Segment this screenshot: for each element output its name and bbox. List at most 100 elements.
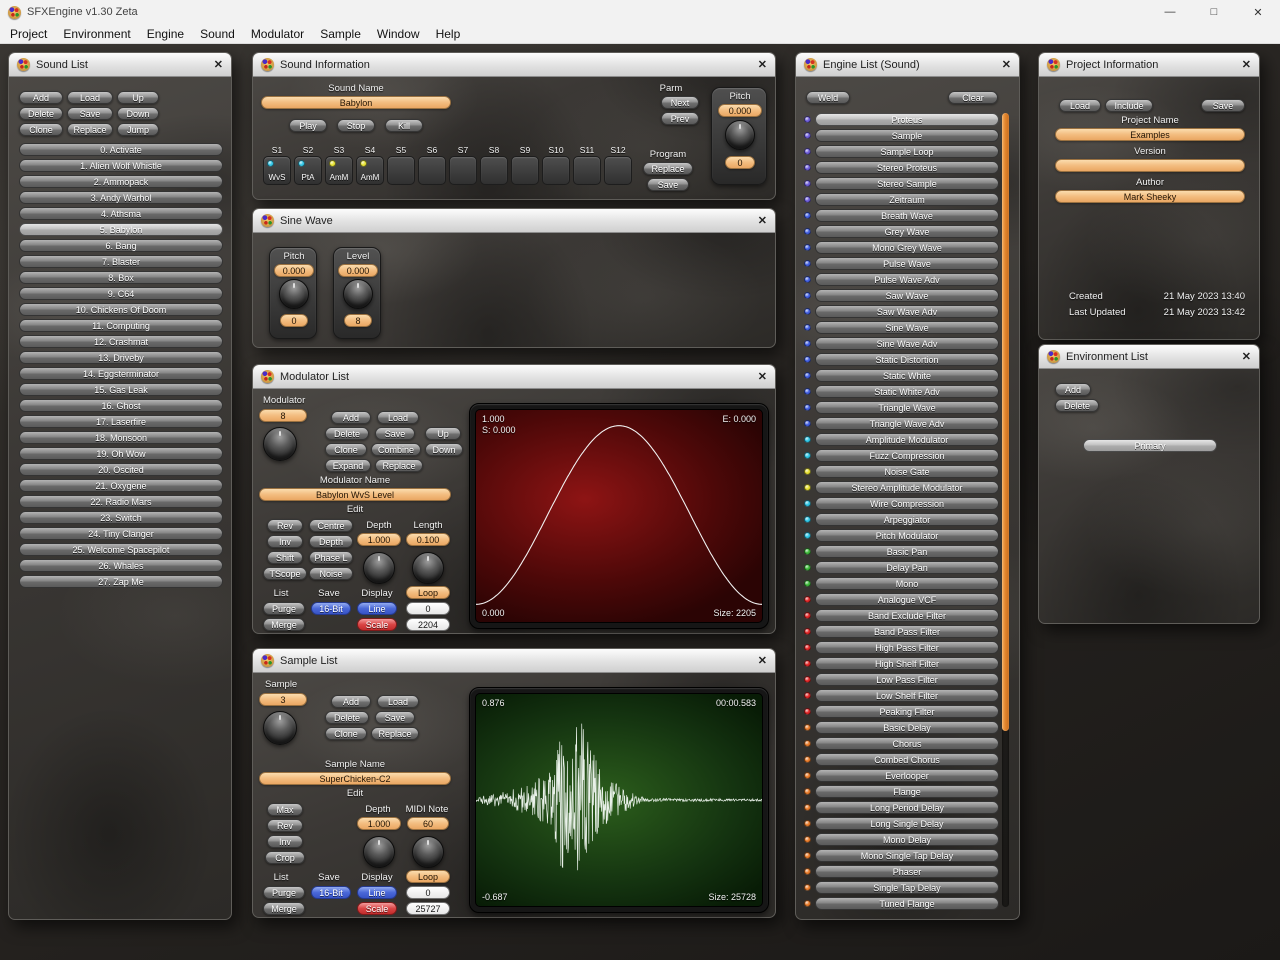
sound-list-item[interactable]: 17. Laserfire	[19, 415, 223, 428]
engine-scrollbar-thumb[interactable]	[1002, 113, 1009, 731]
size-field[interactable]: 25727	[406, 902, 450, 915]
close-icon[interactable]: ✕	[758, 214, 767, 227]
sound-down-button[interactable]: Down	[117, 107, 159, 120]
sine-level-value-field[interactable]: 0.000	[338, 264, 378, 277]
sound-up-button[interactable]: Up	[117, 91, 159, 104]
engine-list-item[interactable]: Analogue VCF	[801, 593, 999, 606]
sound-delete-button[interactable]: Delete	[19, 107, 63, 120]
kill-button[interactable]: Kill	[385, 119, 423, 132]
engine-list-item[interactable]: Pitch Modulator	[801, 529, 999, 542]
menu-sample[interactable]: Sample	[312, 24, 369, 43]
slot-box[interactable]	[511, 156, 539, 185]
close-icon[interactable]: ✕	[214, 58, 223, 71]
engine-list-item[interactable]: Delay Pan	[801, 561, 999, 574]
modulator-tscope-button[interactable]: TScope	[263, 567, 307, 580]
version-field[interactable]	[1055, 159, 1245, 172]
sound-list-item[interactable]: 2. Ammopack	[19, 175, 223, 188]
sound-list-item[interactable]: 4. Athsma	[19, 207, 223, 220]
midi-note-knob[interactable]	[412, 836, 444, 868]
modulator-rev-button[interactable]: Rev	[267, 519, 303, 532]
menu-window[interactable]: Window	[369, 24, 428, 43]
pitch-knob[interactable]	[725, 120, 755, 150]
engine-list-item[interactable]: Arpeggiator	[801, 513, 999, 526]
slot-box[interactable]	[418, 156, 446, 185]
window-titlebar[interactable]: SFXEngine v1.30 Zeta — □ ✕	[0, 0, 1280, 24]
sound-list-item[interactable]: 12. Crashmat	[19, 335, 223, 348]
sound-list-item[interactable]: 24. Tiny Clanger	[19, 527, 223, 540]
loop-count-field[interactable]: 0	[406, 886, 450, 899]
menu-help[interactable]: Help	[428, 24, 469, 43]
engine-list-item[interactable]: Breath Wave	[801, 209, 999, 222]
environment-list-item[interactable]: Primary	[1083, 439, 1217, 452]
menu-modulator[interactable]: Modulator	[243, 24, 312, 43]
engine-list-item[interactable]: Combed Chorus	[801, 753, 999, 766]
modulator-replace-button[interactable]: Replace	[375, 459, 423, 472]
parm-next-button[interactable]: Next	[661, 96, 699, 109]
sound-list-titlebar[interactable]: Sound List ✕	[9, 53, 231, 77]
slot-box[interactable]	[449, 156, 477, 185]
sound-list-item[interactable]: 18. Monsoon	[19, 431, 223, 444]
engine-list-item[interactable]: Wire Compression	[801, 497, 999, 510]
engine-list-item[interactable]: Static White	[801, 369, 999, 382]
modulator-add-button[interactable]: Add	[331, 411, 371, 424]
sound-list-item[interactable]: 20. Oscited	[19, 463, 223, 476]
sample-index-knob[interactable]	[263, 711, 297, 745]
menu-project[interactable]: Project	[2, 24, 55, 43]
sine-wave-titlebar[interactable]: Sine Wave ✕	[253, 209, 775, 233]
midi-note-field[interactable]: 60	[407, 817, 449, 830]
sample-list-titlebar[interactable]: Sample List ✕	[253, 649, 775, 673]
sound-list-item[interactable]: 7. Blaster	[19, 255, 223, 268]
engine-list-item[interactable]: Long Single Delay	[801, 817, 999, 830]
sine-pitch-offset-field[interactable]: 0	[280, 314, 308, 327]
sound-list-item[interactable]: 22. Radio Mars	[19, 495, 223, 508]
sound-slot[interactable]: S11	[573, 145, 601, 185]
sine-level-offset-field[interactable]: 8	[344, 314, 372, 327]
engine-list-item[interactable]: Long Period Delay	[801, 801, 999, 814]
close-icon[interactable]: ✕	[1002, 58, 1011, 71]
sound-slot[interactable]: S2 PtA	[294, 145, 322, 185]
engine-list-item[interactable]: Mono Single Tap Delay	[801, 849, 999, 862]
engine-list-item[interactable]: Sine Wave	[801, 321, 999, 334]
slot-box[interactable]	[480, 156, 508, 185]
engine-list-item[interactable]: Triangle Wave Adv	[801, 417, 999, 430]
engine-scrollbar[interactable]	[1002, 113, 1009, 907]
sound-add-button[interactable]: Add	[19, 91, 63, 104]
engine-list-item[interactable]: Proteus	[801, 113, 999, 126]
sample-crop-button[interactable]: Crop	[265, 851, 305, 864]
sound-slot[interactable]: S3 AmM	[325, 145, 353, 185]
sound-list-item[interactable]: 13. Driveby	[19, 351, 223, 364]
loop-button[interactable]: Loop	[406, 870, 450, 883]
sine-pitch-value-field[interactable]: 0.000	[274, 264, 314, 277]
sound-list-item[interactable]: 8. Box	[19, 271, 223, 284]
close-icon[interactable]: ✕	[1236, 0, 1280, 24]
modulator-name-field[interactable]: Babylon WvS Level	[259, 488, 451, 501]
depth-knob[interactable]	[363, 552, 395, 584]
engine-list-item[interactable]: Noise Gate	[801, 465, 999, 478]
sample-max-button[interactable]: Max	[267, 803, 303, 816]
engine-list-item[interactable]: Saw Wave	[801, 289, 999, 302]
sample-depth-knob[interactable]	[363, 836, 395, 868]
modulator-down-button[interactable]: Down	[425, 443, 463, 456]
line-toggle[interactable]: Line	[357, 886, 397, 899]
stop-button[interactable]: Stop	[337, 119, 375, 132]
modulator-shift-button[interactable]: Shift	[267, 551, 303, 564]
slot-box[interactable]	[387, 156, 415, 185]
bits-toggle[interactable]: 16-Bit	[311, 602, 351, 615]
sound-list-item[interactable]: 6. Bang	[19, 239, 223, 252]
size-field[interactable]: 2204	[406, 618, 450, 631]
modulator-list-titlebar[interactable]: Modulator List ✕	[253, 365, 775, 389]
modulator-clone-button[interactable]: Clone	[325, 443, 367, 456]
sound-list-item[interactable]: 1. Alien Wolf Whistle	[19, 159, 223, 172]
sound-replace-button[interactable]: Replace	[67, 123, 113, 136]
engine-list-item[interactable]: Mono Delay	[801, 833, 999, 846]
engine-list-item[interactable]: Sine Wave Adv	[801, 337, 999, 350]
purge-button[interactable]: Purge	[263, 602, 305, 615]
sound-list-item[interactable]: 5. Babylon	[19, 223, 223, 236]
engine-list-item[interactable]: Stereo Proteus	[801, 161, 999, 174]
engine-list-item[interactable]: Peaking Filter	[801, 705, 999, 718]
sample-index-field[interactable]: 3	[259, 693, 307, 706]
loop-button[interactable]: Loop	[406, 586, 450, 599]
engine-list-item[interactable]: Band Exclude Filter	[801, 609, 999, 622]
sound-list-item[interactable]: 0. Activate	[19, 143, 223, 156]
sample-save-button[interactable]: Save	[375, 711, 415, 724]
